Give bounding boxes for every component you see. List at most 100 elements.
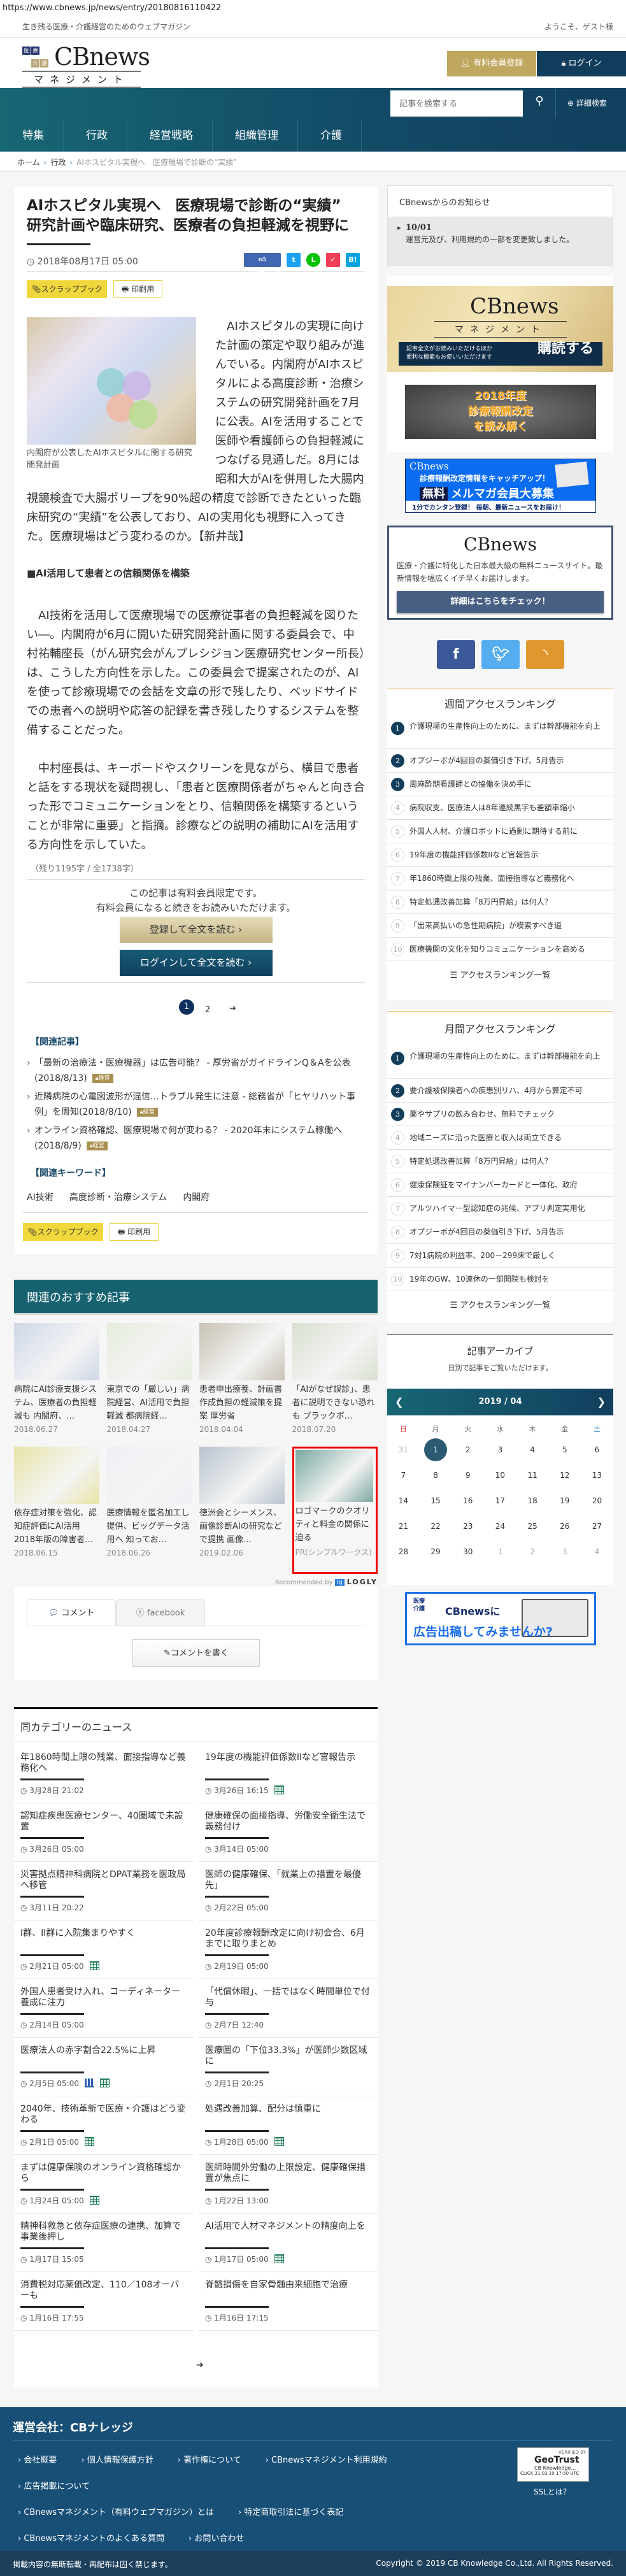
recommended-card[interactable]: ロゴマークのクオリティと料金の関係に迫る PR(シンプルワークス) xyxy=(292,1447,378,1574)
calendar-day[interactable]: 3 xyxy=(484,1438,516,1464)
page-1[interactable]: 1 xyxy=(179,999,194,1015)
recommended-card[interactable]: 依存症対策を強化、認知症評価にAI活用 2018年版の障害者… 2018.06.1… xyxy=(14,1447,99,1574)
facebook-like-button[interactable]: 👍︎ いいね！ 2 xyxy=(244,253,281,278)
calendar-day[interactable]: 4 xyxy=(581,1540,613,1566)
ssl-link[interactable]: SSLとは？ xyxy=(534,2486,571,2497)
recommended-card[interactable]: 病院にAI診療支援システム、医療者の負担軽減も 内閣府、… 2018.06.27 xyxy=(14,1323,99,1434)
ranking-item[interactable]: 9 7対1病院の利益率、200－299床で厳しく xyxy=(387,1244,613,1268)
calendar-day[interactable]: 22 xyxy=(420,1515,452,1540)
newsletter-banner[interactable]: CBnews 診療報酬改定情報をキャッチアップ！ 無料 メルマガ会員大募集 1分で… xyxy=(405,459,596,513)
news-item[interactable]: 医療法人の赤字割合22.5%に上昇 ◷ 2月5日 05:00 xyxy=(14,2038,193,2096)
calendar-day[interactable]: 10 xyxy=(484,1464,516,1489)
news-item[interactable]: 医師時間外労働の上限設定、健康確保措置が焦点に ◷ 1月22日 13:00 xyxy=(199,2155,378,2214)
news-item[interactable]: 消費税対応薬価改定、110／108オーバーも ◷ 1月16日 17:55 xyxy=(14,2272,193,2331)
calendar-day[interactable]: 17 xyxy=(484,1489,516,1515)
site-logo[interactable]: 医 療 介 護 CBnews マネジメント xyxy=(22,43,150,88)
calendar-day[interactable]: 18 xyxy=(516,1489,549,1515)
ranking-item[interactable]: 3 周麻酔期看護師との協働を決め手に xyxy=(387,773,613,796)
news-item[interactable]: 医師の健康確保、「就業上の措置を最優先」 ◷ 2月22日 05:00 xyxy=(199,1862,378,1921)
ranking-item[interactable]: 7 アルツハイマー型認知症の兆候、アプリ判定実用化 xyxy=(387,1197,613,1220)
ranking-item[interactable]: 6 19年度の機能評価係数IIなど官報告示 xyxy=(387,843,613,867)
calendar-day[interactable]: 21 xyxy=(387,1515,420,1540)
news-item[interactable]: 医療圏の「下位33.3%」が医師少数区域に ◷ 2月1日 20:25 xyxy=(199,2038,378,2096)
ranking-item[interactable]: 4 地域ニーズに沿った医療と収入は両立できる xyxy=(387,1126,613,1150)
calendar-day[interactable]: 1 xyxy=(484,1540,516,1566)
calendar-day[interactable]: 7 xyxy=(387,1464,420,1489)
line-share-icon[interactable]: L xyxy=(306,253,320,267)
footer-link[interactable]: CBnewsマネジメント利用規約 xyxy=(266,2453,387,2479)
nav-item-org[interactable]: 組織管理 xyxy=(213,120,298,152)
ranking-item[interactable]: 8 特定処遇改善加算「8万円昇給」は何人？ xyxy=(387,891,613,914)
calendar-day[interactable]: 23 xyxy=(452,1515,484,1540)
register-read-button[interactable]: 登録して全文を読む › xyxy=(119,917,273,943)
ranking-item[interactable]: 1 介護現場の生産性向上のために、まずは幹部機能を向上 xyxy=(387,1047,613,1079)
recommended-card[interactable]: 「AIがなぜ誤診」、患者に説明できない恐れも ブラックボ… 2018.07.20 xyxy=(292,1323,378,1434)
footer-link[interactable]: 会社概要 xyxy=(18,2453,57,2479)
hatena-bookmark-icon[interactable]: B! xyxy=(346,253,360,267)
calendar-day[interactable]: 26 xyxy=(548,1515,581,1540)
keyword-link[interactable]: 内閣府 xyxy=(183,1188,210,1207)
advanced-search-link[interactable]: ⊕ 詳細検索 xyxy=(555,88,607,118)
news-item[interactable]: 「代償休暇」、一括ではなく時間単位で付与 ◷ 2月7日 12:40 xyxy=(199,1979,378,2038)
news-item[interactable]: I群、II群に入院集まりやすく ◷ 2月21日 05:00 xyxy=(14,1921,193,1979)
news-item[interactable]: 19年度の機能評価係数IIなど官報告示 ◷ 3月26日 16:15 xyxy=(199,1745,378,1803)
related-article-link[interactable]: 近隣病院の心電図波形が混信…トラブル発生に注意 - 総務省が「ヒヤリハット事例」… xyxy=(27,1089,365,1120)
calendar-day[interactable]: 2 xyxy=(516,1540,549,1566)
ranking-item[interactable]: 1 介護現場の生産性向上のために、まずは幹部機能を向上 xyxy=(387,717,613,749)
calendar-day[interactable]: 24 xyxy=(484,1515,516,1540)
login-read-button[interactable]: ログインして全文を読む › xyxy=(119,950,273,976)
calendar-day[interactable]: 20 xyxy=(581,1489,613,1515)
ranking-item[interactable]: 4 病院収支、医療法人は8年連続黒字も差額率縮小 xyxy=(387,796,613,820)
recommended-card[interactable]: 医療情報を匿名加工し提供、ビッグデータ活用へ 知ってお… 2018.06.26 xyxy=(106,1447,192,1574)
calendar-day[interactable]: 13 xyxy=(581,1464,613,1489)
ranking-item[interactable]: 10 医療機関の文化を知りコミュニケーションを高める xyxy=(387,938,613,961)
ranking-item[interactable]: 3 薬やサプリの飲み合わせ、無料でチェック xyxy=(387,1103,613,1126)
news-item[interactable]: 脊髄損傷を自家骨髄由来細胞で治療 ◷ 1月16日 17:15 xyxy=(199,2272,378,2331)
page-2[interactable]: 2 xyxy=(205,1001,210,1020)
chevron-left-icon[interactable]: ❮ xyxy=(395,1389,403,1415)
ranking-item[interactable]: 10 19年のGW、10連休の一部開院も検討を xyxy=(387,1268,613,1291)
calendar-day[interactable]: 8 xyxy=(420,1464,452,1489)
calendar-day[interactable]: 29 xyxy=(420,1540,452,1566)
calendar-day[interactable]: 15 xyxy=(420,1489,452,1515)
pocket-share-icon[interactable]: ✓ xyxy=(326,253,340,267)
ranking-item[interactable]: 2 要介護被保険者への疾患別リハ、4月から算定不可 xyxy=(387,1079,613,1103)
calendar-day[interactable]: 16 xyxy=(452,1489,484,1515)
subscribe-banner[interactable]: CBnews マネジメント 記事全文がお読みいただけるほか 便利な機能もお使いい… xyxy=(387,286,613,372)
next-page-arrow-icon[interactable]: ➔ xyxy=(196,2360,204,2370)
register-button[interactable]: 👤︎ 有料会員登録 xyxy=(447,51,536,76)
calendar-day[interactable]: 12 xyxy=(548,1464,581,1489)
calendar-day[interactable]: 19 xyxy=(548,1489,581,1515)
calendar-day[interactable]: 3 xyxy=(548,1540,581,1566)
calendar-day[interactable]: 31 xyxy=(387,1438,420,1464)
breadcrumb-category[interactable]: 行政 xyxy=(50,158,66,167)
ranking-item[interactable]: 7 年1860時間上限の残業、面接指導など義務化へ xyxy=(387,867,613,891)
footer-link[interactable]: 著作権について xyxy=(178,2453,241,2479)
revision-banner[interactable]: 2018年度 診療報酬改定 を読み解く xyxy=(405,385,596,439)
print-button[interactable]: 🖶 印刷用 xyxy=(110,1223,159,1241)
news-item[interactable]: 年1860時間上限の残業、面接指導など義務化へ ◷ 3月28日 21:02 xyxy=(14,1745,193,1803)
ranking-more-link[interactable]: ☰ アクセスランキング一覧 xyxy=(387,961,613,991)
calendar-day[interactable]: 11 xyxy=(516,1464,549,1489)
news-item[interactable]: 20年度診療報酬改定に向け初会合、6月までに取りまとめ ◷ 2月19日 05:00 xyxy=(199,1921,378,1979)
facebook-icon[interactable]: f xyxy=(437,640,475,669)
nav-item-strategy[interactable]: 経営戦略 xyxy=(127,120,213,152)
scrapbook-button[interactable]: 📎︎スクラップブック xyxy=(27,280,107,298)
calendar-day[interactable]: 28 xyxy=(387,1540,420,1566)
rss-icon[interactable]: ◝ xyxy=(526,640,564,669)
calendar-day[interactable]: 30 xyxy=(452,1540,484,1566)
nav-item-care[interactable]: 介護 xyxy=(298,120,362,152)
tab-facebook[interactable]: ⓕ facebook xyxy=(116,1599,205,1626)
notice-item[interactable]: 10/01 運営元及び、利用規約の一部を変更致しました。 xyxy=(388,217,613,265)
next-page-arrow-icon[interactable]: ➔ xyxy=(229,999,236,1019)
calendar-day[interactable]: 2 xyxy=(452,1438,484,1464)
login-button[interactable]: 🔒︎ ログイン xyxy=(537,51,626,76)
news-item[interactable]: AI活用で人材マネジメントの精度向上を ◷ 1月17日 05:00 xyxy=(199,2214,378,2272)
cbnews-details-button[interactable]: 詳細はこちらをチェック！ xyxy=(397,591,604,613)
ranking-item[interactable]: 6 健康保険証をマイナンバーカードと一体化、政府 xyxy=(387,1173,613,1197)
keyword-link[interactable]: 高度診断・治療システム xyxy=(69,1188,167,1207)
search-icon[interactable]: ⚲ xyxy=(530,94,549,113)
calendar-day[interactable]: 5 xyxy=(548,1438,581,1464)
recommended-card[interactable]: 徳洲会とシーメンス、画像診断AIの研究などで提携 画像… 2019.02.06 xyxy=(199,1447,285,1574)
related-article-link[interactable]: 「最新の治療法・医療機器」は広告可能？ - 厚労省がガイドラインQ＆Aを公表(2… xyxy=(27,1055,365,1086)
